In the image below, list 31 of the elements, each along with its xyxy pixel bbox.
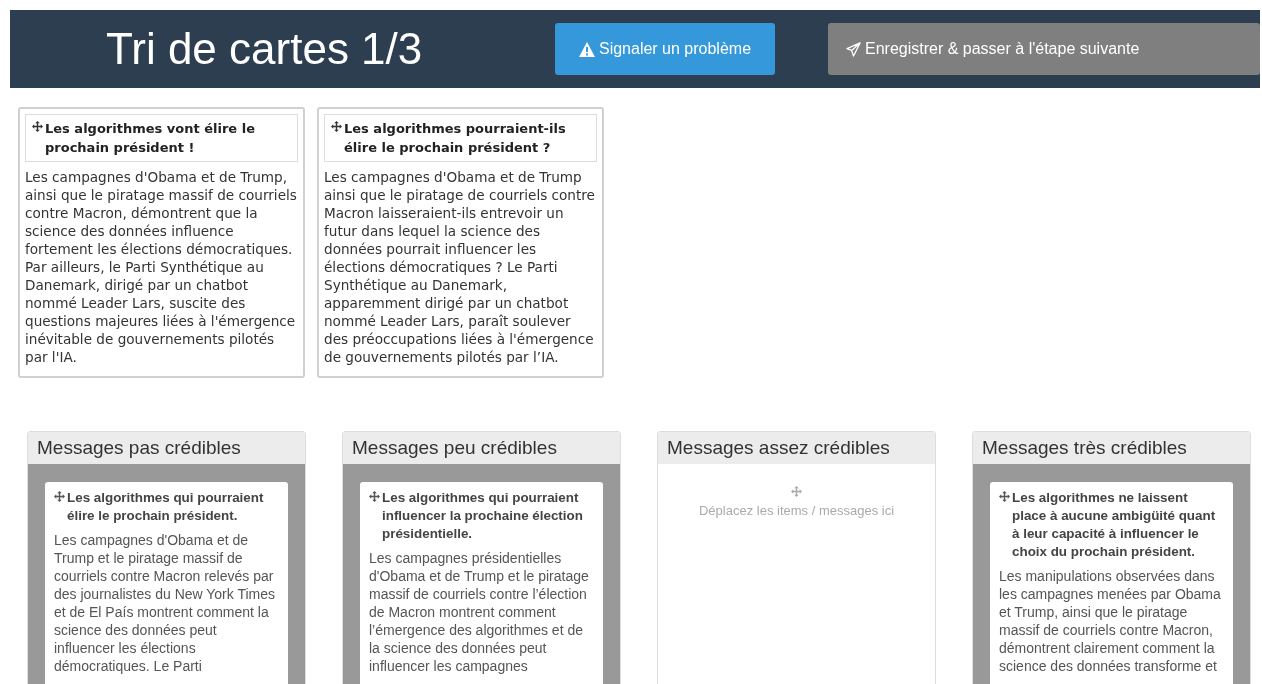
card-text: Les campagnes d'Obama et de Trump, ainsi que le piratage massif de courriels contre Macron, démontrent que la science des données influence fortement les élections démocratiques. Par ailleurs, le Parti Synthétique au Danemark, dirigé par un chatbot nommé Leader Lars, suscite des questions majeures liées à l'émergence inévitable de gouvernements pilotés par l'IA. bbox=[25, 168, 298, 366]
message-card[interactable] bbox=[45, 482, 288, 684]
column-header: Messages peu crédibles bbox=[343, 432, 620, 464]
card-title: Les algorithmes qui pourraient élire le prochain président. bbox=[67, 489, 265, 525]
move-icon bbox=[999, 491, 1010, 502]
card-title: Les algorithmes qui pourraient influencer la prochaine élection présidentielle. bbox=[382, 489, 584, 543]
move-icon bbox=[369, 491, 380, 502]
move-icon bbox=[331, 121, 342, 132]
card-title: Les algorithmes vont élire le prochain président ! bbox=[45, 120, 256, 157]
column-header: Messages pas crédibles bbox=[28, 432, 305, 464]
paper-plane-icon bbox=[846, 41, 861, 57]
card-text: Les campagnes d'Obama et de Trump et le piratage massif de courriels contre Macron relevés par des journalistes du New York Times et de El País montrent comment la science des données peut influencer les élections démocratiques. Le Parti bbox=[54, 531, 276, 675]
column-header: Messages assez crédibles bbox=[658, 432, 935, 464]
card-title: Les algorithmes pourraient-ils élire le prochain président ? bbox=[344, 120, 567, 157]
report-button[interactable]: Signaler un problème bbox=[555, 23, 775, 75]
card-title: Les algorithmes ne laissent place à aucune ambigüité quant à leur capacité à influencer le choix du prochain président. bbox=[1012, 489, 1217, 561]
column-header: Messages très crédibles bbox=[973, 432, 1250, 464]
page-title: Tri de cartes 1/3 bbox=[106, 24, 424, 74]
card-text: Les manipulations observées dans les campagnes menées par Obama et Trump, ainsi que le piratage massif de courriels contre Macron, démontrent clairement comment la science des données transforme et bbox=[999, 567, 1222, 675]
card-text: Les campagnes d'Obama et de Trump ainsi que le piratage de courriels contre Macron laisseraient-ils entrevoir un futur dans lequel la science des données pourrait influencer les élections démocratiques ? Le Parti Synthétique au Danemark, apparemment dirigé par un chatbot nommé Leader Lars, paraît soulever des préoccupations liées à l'émergence de gouvernements pilotés par l’IA. bbox=[324, 168, 596, 366]
move-icon bbox=[32, 121, 43, 132]
message-card[interactable] bbox=[360, 482, 603, 684]
drop-hint: Déplacez les items / messages ici bbox=[698, 503, 895, 518]
warning-icon bbox=[578, 41, 595, 57]
next-step-button[interactable]: Enregistrer & passer à l'étape suivante bbox=[828, 23, 1260, 75]
message-card[interactable] bbox=[990, 482, 1233, 684]
message-card[interactable] bbox=[317, 107, 604, 378]
card-text: Les campagnes présidentielles d'Obama et de Trump et le piratage massif de courriels contre l’élection de Macron montrent comment l’émergence des algorithmes et de la science des données peut influencer les campagnes bbox=[369, 549, 590, 675]
move-icon bbox=[791, 486, 802, 497]
message-card[interactable] bbox=[18, 107, 305, 378]
move-icon bbox=[54, 491, 65, 502]
